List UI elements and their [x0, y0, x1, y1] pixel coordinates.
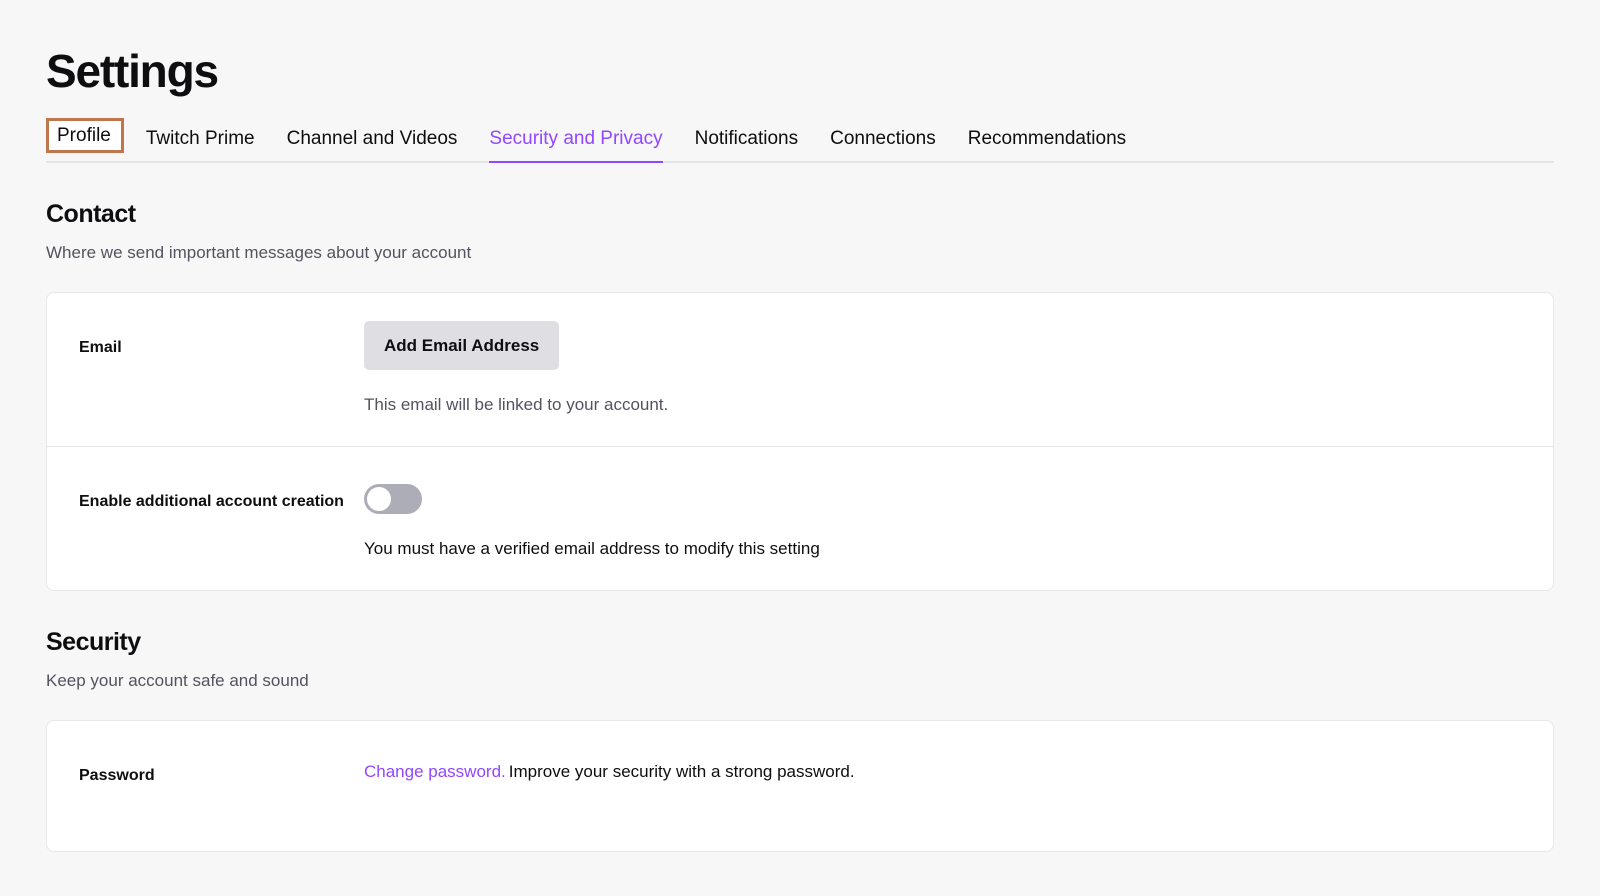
tab-twitch-prime[interactable]: Twitch Prime [130, 129, 271, 161]
tab-profile[interactable]: Profile [46, 118, 124, 153]
tab-notifications[interactable]: Notifications [679, 129, 815, 161]
account-creation-row: Enable additional account creation You m… [47, 446, 1553, 590]
password-row: Password Change password. Improve your se… [47, 721, 1553, 851]
password-row-body: Change password. Improve your security wi… [364, 749, 1521, 783]
contact-section-subtitle: Where we send important messages about y… [46, 243, 472, 262]
tab-channel-and-videos[interactable]: Channel and Videos [271, 129, 474, 161]
tab-connections[interactable]: Connections [814, 129, 952, 161]
account-creation-row-label: Enable additional account creation [79, 493, 344, 511]
password-row-label: Password [79, 767, 155, 785]
security-card: Password Change password. Improve your se… [46, 720, 1554, 853]
tab-recommendations[interactable]: Recommendations [952, 129, 1142, 161]
toggle-knob-icon [367, 487, 391, 512]
security-section-header: Security Keep your account safe and soun… [46, 591, 1554, 692]
contact-section-title: Contact [46, 200, 136, 228]
contact-section-header: Contact Where we send important messages… [46, 163, 1554, 264]
page-title: Settings [46, 45, 219, 97]
account-creation-toggle[interactable] [364, 484, 422, 515]
security-section-title: Security [46, 628, 141, 657]
email-row-hint: This email will be linked to your accoun… [364, 395, 669, 415]
add-email-address-button[interactable]: Add Email Address [364, 321, 560, 371]
contact-card: Email Add Email Address This email will … [46, 292, 1554, 592]
password-row-text: Change password. Improve your security wi… [364, 749, 1521, 783]
settings-tabbar: Profile Twitch Prime Channel and Videos … [46, 118, 1554, 163]
email-row-label: Email [79, 339, 122, 357]
security-section-subtitle: Keep your account safe and sound [46, 671, 309, 691]
tab-security-and-privacy[interactable]: Security and Privacy [473, 129, 678, 163]
change-password-link[interactable]: Change password. [364, 762, 506, 781]
settings-page: Settings Profile Twitch Prime Channel an… [0, 0, 1600, 896]
email-row: Email Add Email Address This email will … [47, 293, 1553, 446]
account-creation-row-body: You must have a verified email address t… [364, 475, 1521, 560]
password-row-description: Improve your security with a strong pass… [508, 762, 855, 782]
account-creation-row-hint: You must have a verified email address t… [364, 539, 820, 559]
email-row-body: Add Email Address This email will be lin… [364, 321, 1521, 416]
